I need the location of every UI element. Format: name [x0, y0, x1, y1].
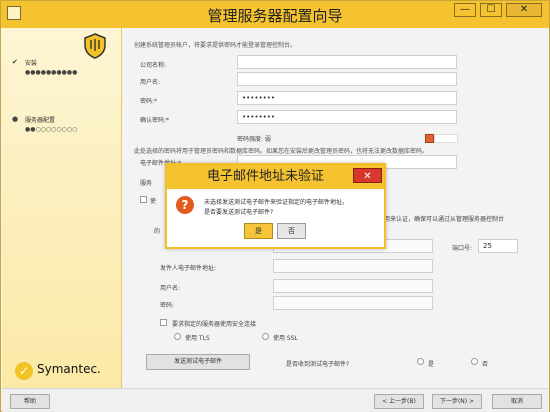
smtp-username-label: 用户名:	[160, 285, 181, 292]
port-input[interactable]: 25	[478, 239, 518, 253]
wizard-sidebar: ✔ 安装 ●●●●●●●●●● ● 服务器配置 ●●○○○○○○○○ ✓ Sym…	[2, 28, 122, 388]
maximize-button[interactable]: ☐	[480, 3, 502, 17]
company-input[interactable]	[237, 55, 457, 69]
intro-text: 创建系统管理员帐户，将要求提供密码才能登录管理控制台。	[134, 42, 297, 49]
password-input[interactable]: ••••••••	[237, 91, 457, 105]
wizard-window: 管理服务器配置向导 — ☐ ✕ ✔ 安装 ●●●●●●●●●● ● 服务器配置 …	[0, 0, 550, 412]
step-server-config: 服务器配置 ●●○○○○○○○○	[25, 115, 77, 133]
received-question: 是否收到测试电子邮件?	[286, 361, 350, 368]
dialog-title: 电子邮件地址未验证	[167, 165, 384, 189]
dialog-no-button[interactable]: 否	[277, 223, 306, 239]
step-server-config-progress: ●●○○○○○○○○	[25, 126, 78, 133]
received-yes-label: 是	[428, 361, 435, 368]
checkmark-icon: ✓	[15, 362, 33, 380]
back-button[interactable]: < 上一步(B)	[374, 394, 424, 409]
auth-info-text-2: 的	[154, 228, 161, 235]
password-note: 此处选择的密码将用于管理员密码和数据库密码。如果您在安装后更改管理员密码，也将无…	[134, 148, 429, 155]
received-no-label: 否	[482, 361, 489, 368]
bottom-button-bar: 帮助 < 上一步(B) 下一步(N) > 取消	[2, 388, 549, 412]
help-button[interactable]: 帮助	[10, 394, 50, 409]
ssl-label: 使用 SSL	[273, 335, 298, 342]
question-icon: ?	[176, 196, 194, 214]
sender-email-label: 发件人电子邮件地址:	[160, 265, 217, 272]
auth-info-text: 用来认证，确保可以通过从管理服务器控制台	[384, 216, 505, 223]
smtp-password-label: 密码:	[160, 302, 175, 309]
window-close-button[interactable]: ✕	[506, 3, 542, 17]
step-complete-icon: ✔	[12, 58, 18, 66]
step-install-progress: ●●●●●●●●●●	[25, 69, 78, 76]
email-unverified-dialog: 电子邮件地址未验证 ✕ ? 未选择发送测试电子邮件来验证指定的电子邮件地址。 是…	[165, 163, 386, 249]
tls-label: 使用 TLS	[185, 335, 210, 342]
send-test-email-button[interactable]: 发送测试电子邮件	[146, 354, 250, 370]
smtp-password-input[interactable]	[273, 296, 433, 310]
minimize-button[interactable]: —	[454, 3, 476, 17]
password-strength-label: 密码强度: 弱	[237, 136, 271, 143]
dialog-message: 未选择发送测试电子邮件来验证指定的电子邮件地址。 是否要发送测试电子邮件?	[204, 198, 348, 218]
username-label: 用户名:	[140, 79, 161, 86]
password-strength-meter	[425, 134, 434, 143]
logo-text: Symantec.	[37, 362, 101, 376]
dialog-message-line2: 是否要发送测试电子邮件?	[204, 209, 274, 216]
shield-icon	[84, 33, 106, 59]
send-checkbox-label: 使	[150, 198, 157, 205]
tls-radio[interactable]	[174, 333, 181, 340]
dialog-close-button[interactable]: ✕	[353, 168, 382, 183]
password-strength-track	[434, 134, 458, 143]
secure-connection-label: 要求指定的服务器使用安全连接	[172, 321, 257, 328]
step-server-config-label: 服务器配置	[25, 117, 56, 124]
received-yes-radio[interactable]	[417, 358, 424, 365]
confirm-password-label: 确认密码:*	[140, 117, 170, 124]
smtp-username-input[interactable]	[273, 279, 433, 293]
dialog-yes-button[interactable]: 是	[244, 223, 273, 239]
received-no-radio[interactable]	[471, 358, 478, 365]
confirm-password-input[interactable]: ••••••••	[237, 110, 457, 124]
next-button[interactable]: 下一步(N) >	[432, 394, 482, 409]
port-label: 端口号:	[452, 245, 473, 252]
step-install-label: 安装	[25, 60, 38, 67]
username-input[interactable]	[237, 72, 457, 86]
password-label: 密码:*	[140, 98, 158, 105]
server-label: 服务	[140, 180, 153, 187]
secure-connection-checkbox[interactable]	[160, 319, 167, 326]
sender-email-input[interactable]	[273, 259, 433, 273]
step-current-icon: ●	[12, 115, 19, 123]
send-checkbox[interactable]	[140, 196, 147, 203]
company-label: 公司名称:	[140, 62, 167, 69]
title-bar: 管理服务器配置向导 — ☐ ✕	[1, 1, 549, 28]
cancel-button[interactable]: 取消	[492, 394, 542, 409]
ssl-radio[interactable]	[262, 333, 269, 340]
dialog-message-line1: 未选择发送测试电子邮件来验证指定的电子邮件地址。	[204, 199, 349, 206]
step-install: 安装 ●●●●●●●●●●	[25, 58, 77, 76]
